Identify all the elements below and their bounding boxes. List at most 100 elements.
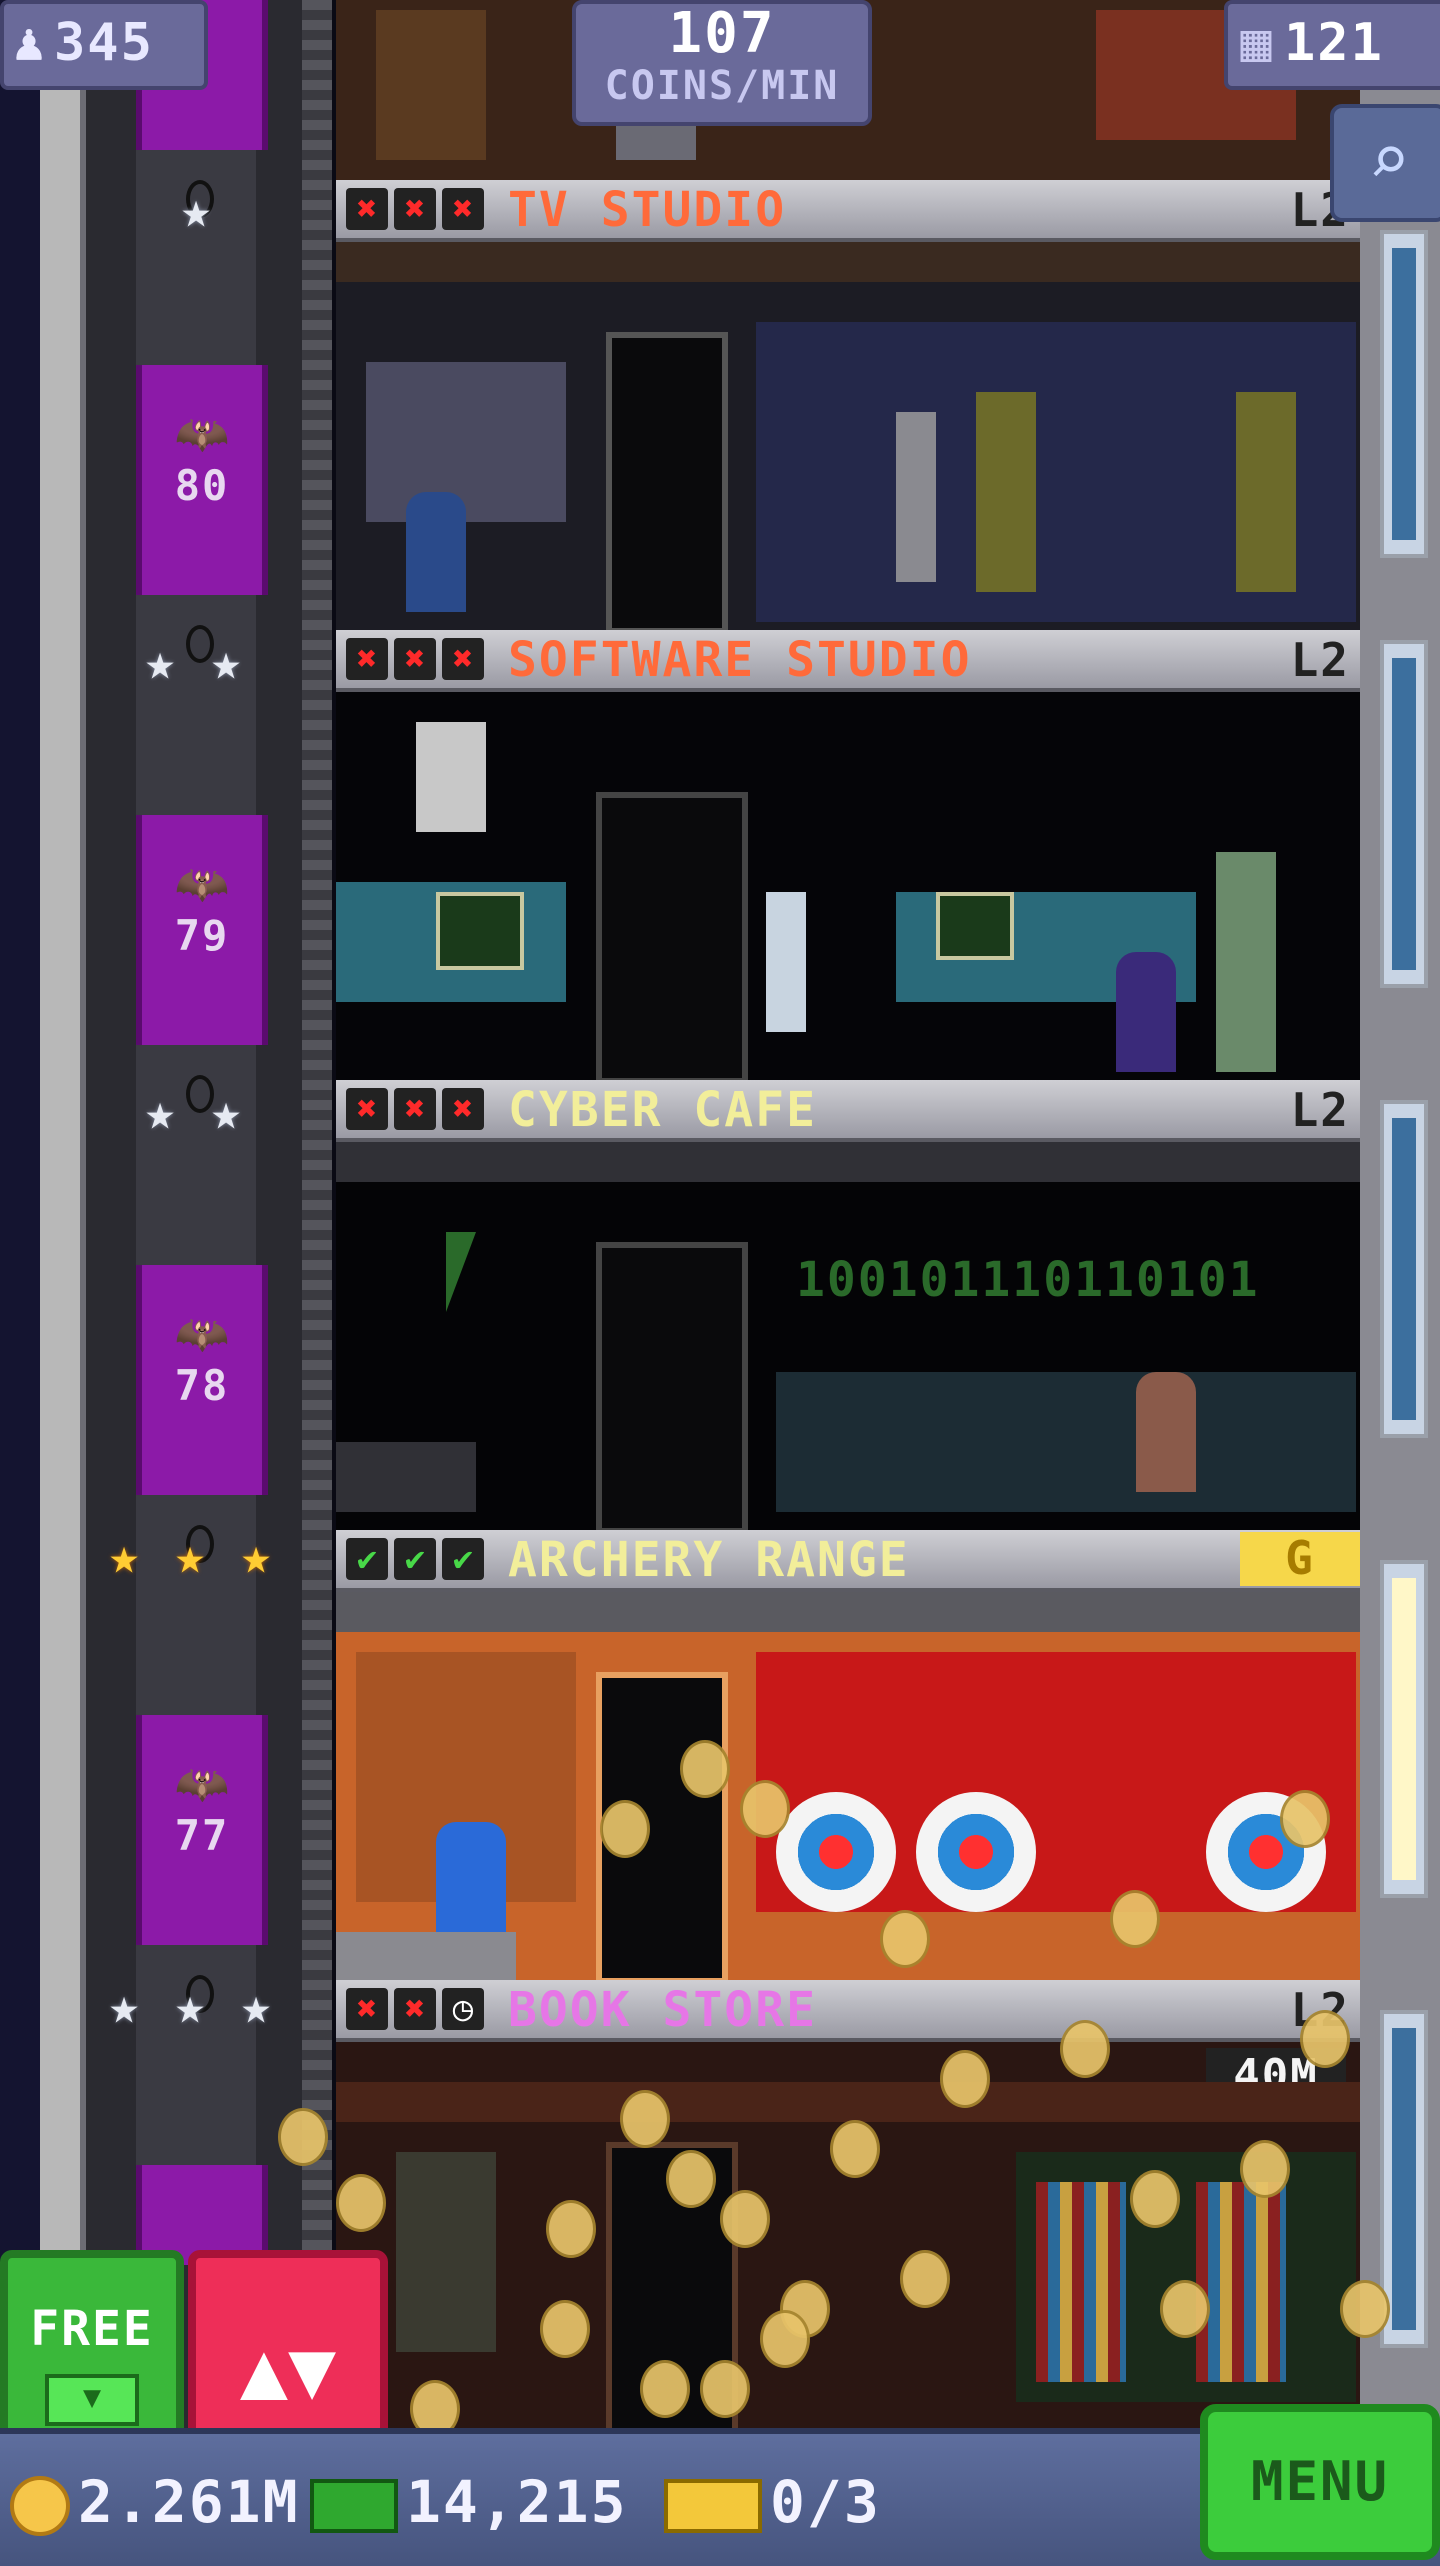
floor-software-studio[interactable]: ✖ ✖ ✖ SOFTWARE STUDIO L2 xyxy=(336,630,1360,1084)
floor-number: 77 xyxy=(174,1811,230,1860)
floor-number: 79 xyxy=(174,911,230,960)
room-interior xyxy=(336,692,1360,1084)
coin-icon xyxy=(1110,1890,1160,1948)
bat-icon: 🦇 xyxy=(174,859,230,910)
check-mark-icon: ✔ xyxy=(394,1538,436,1580)
floor-name: SOFTWARE STUDIO xyxy=(508,632,972,688)
coin-icon xyxy=(540,2300,590,2358)
vip-resource[interactable]: 0/3 xyxy=(664,2454,881,2550)
coin-icon xyxy=(1060,2020,1110,2078)
floor-archery-range[interactable]: ✔ ✔ ✔ ARCHERY RANGE G xyxy=(336,1530,1360,1984)
menu-label: MENU xyxy=(1250,2450,1390,2513)
elevator-car[interactable]: 🦇 78 xyxy=(136,1265,268,1495)
floor-stars: ★ ★ ★ xyxy=(94,1976,286,2036)
bat-icon: 🦇 xyxy=(174,409,230,460)
floor-number: 80 xyxy=(174,461,230,510)
coin-icon xyxy=(10,2475,70,2536)
bux-icon xyxy=(310,2478,398,2533)
room-interior xyxy=(336,242,1360,634)
floor-name: CYBER CAFE xyxy=(508,1082,817,1138)
bux-resource[interactable]: 14,215 xyxy=(310,2454,628,2550)
window xyxy=(1380,1100,1428,1438)
elevator-stop xyxy=(136,595,256,815)
coin-icon xyxy=(1300,2010,1350,2068)
vip-ticket-icon xyxy=(664,2478,762,2533)
star-icon: ★ xyxy=(108,1977,140,2035)
elevator-car[interactable]: 🦇 80 xyxy=(136,365,268,595)
coins-resource[interactable]: 2.261M xyxy=(10,2454,300,2550)
coins-per-minute-value: 107 xyxy=(668,1,776,66)
window-lit xyxy=(1380,1560,1428,1898)
x-mark-icon: ✖ xyxy=(346,1988,388,2030)
floor-book-store[interactable]: ✖ ✖ ◷ BOOK STORE L2 40M xyxy=(336,1980,1360,2442)
coin-icon xyxy=(336,2174,386,2232)
building-icon: ▦ xyxy=(1240,13,1272,73)
floor-name: ARCHERY RANGE xyxy=(508,1532,910,1588)
floor-tv-studio[interactable]: ✖ ✖ ✖ TV STUDIO L2 xyxy=(336,180,1360,634)
check-mark-icon: ✔ xyxy=(346,1538,388,1580)
coin-icon xyxy=(1160,2280,1210,2338)
x-mark-icon: ✖ xyxy=(442,638,484,680)
elevator-car[interactable]: 🦇 79 xyxy=(136,815,268,1045)
star-icon: ★ xyxy=(240,1977,272,2035)
star-icon: ★ xyxy=(174,1527,206,1585)
elevator-car[interactable]: 🦇 77 xyxy=(136,1715,268,1945)
bux-value: 14,215 xyxy=(406,2468,628,2536)
coin-icon xyxy=(620,2090,670,2148)
coin-icon xyxy=(1240,2140,1290,2198)
coin-icon xyxy=(680,1740,730,1798)
room-interior xyxy=(336,1592,1360,1984)
star-icon: ★ xyxy=(180,181,212,239)
tower-bux-counter[interactable]: ▦ 121 xyxy=(1224,0,1440,90)
magnifier-icon: ⌕ xyxy=(1367,119,1411,201)
person-icon: ♟ xyxy=(13,13,45,73)
x-mark-icon: ✖ xyxy=(346,1088,388,1130)
x-mark-icon: ✖ xyxy=(394,1088,436,1130)
floor-label-bar: ✔ ✔ ✔ ARCHERY RANGE G xyxy=(336,1530,1360,1592)
bat-icon: 🦇 xyxy=(174,1759,230,1810)
coin-icon xyxy=(600,1800,650,1858)
coin-icon xyxy=(1130,2170,1180,2228)
coin-icon xyxy=(740,1780,790,1838)
population-counter[interactable]: ♟ 345 xyxy=(0,0,208,90)
binary-text: 100101110110101 xyxy=(796,1252,1260,1308)
floor-name: TV STUDIO xyxy=(508,182,787,238)
floor-stars: ★ xyxy=(166,180,226,240)
x-mark-icon: ✖ xyxy=(394,1988,436,2030)
coin-icon xyxy=(880,1910,930,1968)
menu-button[interactable]: MENU xyxy=(1200,2404,1440,2560)
zoom-button[interactable]: ⌕ xyxy=(1330,104,1440,222)
bat-icon: 🦇 xyxy=(174,1309,230,1360)
coin-icon xyxy=(1280,1790,1330,1848)
shaft-rail xyxy=(302,0,332,2560)
coin-icon xyxy=(640,2360,690,2418)
coin-icon xyxy=(720,2190,770,2248)
coins-per-minute-label: COINS/MIN xyxy=(604,63,840,109)
floor-cyber-cafe[interactable]: ✖ ✖ ✖ CYBER CAFE L2 100101110110101 xyxy=(336,1080,1360,1534)
floor-label-bar: ✖ ✖ ✖ TV STUDIO L2 xyxy=(336,180,1360,242)
window xyxy=(1380,230,1428,558)
up-down-arrows-icon: ▲▼ xyxy=(239,2323,337,2416)
coin-icon xyxy=(760,2310,810,2368)
floor-level-gold: G xyxy=(1240,1532,1360,1586)
star-icon: ★ xyxy=(144,633,176,691)
tower-bux-value: 121 xyxy=(1284,13,1384,73)
elevator-stop xyxy=(136,1045,256,1265)
coin-icon xyxy=(546,2200,596,2258)
coin-icon xyxy=(700,2360,750,2418)
population-value: 345 xyxy=(54,13,154,73)
free-label: FREE xyxy=(30,2301,154,2357)
x-mark-icon: ✖ xyxy=(442,188,484,230)
check-mark-icon: ✔ xyxy=(442,1538,484,1580)
star-icon: ★ xyxy=(144,1083,176,1141)
star-icon: ★ xyxy=(210,1083,242,1141)
floor-label-bar: ✖ ✖ ◷ BOOK STORE L2 xyxy=(336,1980,1360,2042)
x-mark-icon: ✖ xyxy=(394,638,436,680)
x-mark-icon: ✖ xyxy=(346,638,388,680)
room-interior: 100101110110101 xyxy=(336,1142,1360,1534)
floor-level: L2 xyxy=(1290,633,1350,687)
x-mark-icon: ✖ xyxy=(442,1088,484,1130)
coins-per-minute-panel[interactable]: 107 COINS/MIN xyxy=(572,0,872,126)
coin-icon xyxy=(1340,2280,1390,2338)
room-interior: 40M xyxy=(336,2042,1360,2442)
